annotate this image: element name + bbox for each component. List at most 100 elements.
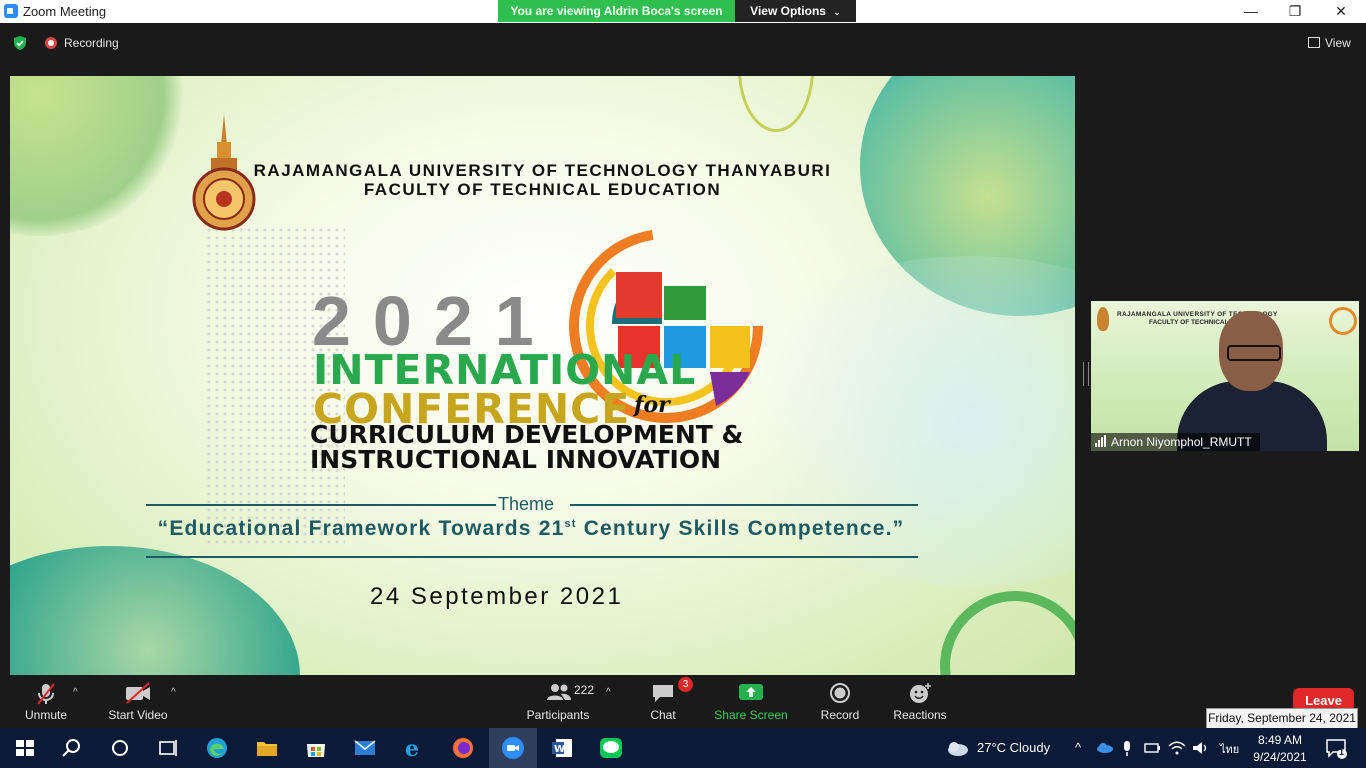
thumb-logo-icon: [1329, 307, 1357, 335]
unmute-label: Unmute: [24, 708, 68, 722]
record-label: Record: [820, 708, 860, 722]
theme-quote-superscript: st: [564, 518, 577, 530]
start-video-label: Start Video: [108, 708, 168, 722]
theme-quote-part1: “Educational Framework Towards 21: [157, 517, 565, 540]
title-bar: Zoom Meeting You are viewing Aldrin Boca…: [0, 0, 1366, 23]
zoom-app-icon: [4, 4, 18, 18]
theme-quote: “Educational Framework Towards 21st Cent…: [146, 517, 916, 541]
restore-button[interactable]: ❐: [1272, 0, 1318, 23]
conference-title-for: for: [634, 392, 670, 418]
tray-expand-caret[interactable]: ^: [1075, 740, 1081, 755]
smiley-icon: [910, 683, 931, 703]
participants-options-caret[interactable]: ^: [606, 687, 611, 698]
view-options-label: View Options: [750, 4, 826, 18]
windows-start-icon[interactable]: [13, 736, 37, 760]
battery-icon[interactable]: [1143, 736, 1161, 760]
video-off-icon: [126, 682, 150, 704]
file-explorer-icon[interactable]: [255, 736, 279, 760]
weather-cloud-icon[interactable]: [944, 736, 970, 760]
video-options-caret[interactable]: ^: [171, 687, 176, 698]
notification-count: 1: [1339, 747, 1345, 757]
chat-icon: [653, 685, 673, 702]
theme-label: Theme: [498, 494, 555, 514]
participant-video-tile[interactable]: RAJAMANGALA UNIVERSITY OF TECHNOLOGY FAC…: [1091, 301, 1359, 451]
shared-screen: RAJAMANGALA UNIVERSITY OF TECHNOLOGY THA…: [10, 76, 1075, 675]
taskbar-date[interactable]: 9/24/2021: [1251, 750, 1309, 764]
meeting-controls: Unmute ^ Start Video ^ 222 Participants …: [0, 675, 1366, 728]
theme-divider-bottom: [146, 556, 918, 558]
decor-blob: [10, 76, 190, 236]
participant-name: Arnon Niyomphol_RMUTT: [1111, 435, 1252, 449]
record-button[interactable]: Record: [814, 675, 866, 728]
recording-icon: [45, 37, 57, 49]
svg-text:e: e: [405, 736, 419, 760]
microphone-muted-icon: [37, 683, 55, 705]
record-icon: [830, 683, 850, 703]
decor-blob: [10, 546, 300, 675]
decor-ring: [940, 591, 1075, 675]
faculty-name: FACULTY OF TECHNICAL EDUCATION: [363, 180, 722, 199]
participants-count: 222: [574, 683, 595, 697]
theme-quote-part2: Century Skills Competence.”: [576, 517, 905, 540]
conference-date: 24 September 2021: [370, 583, 624, 610]
conference-title-instructional: INSTRUCTIONAL INNOVATION: [310, 445, 722, 474]
theme-divider-right: [570, 504, 918, 506]
thumb-emblem-icon: [1097, 307, 1109, 331]
zoom-taskbar-icon[interactable]: [501, 736, 525, 760]
participants-icon: [547, 684, 571, 700]
participants-label: Participants: [526, 708, 590, 722]
recording-label: Recording: [64, 36, 119, 50]
window-title: Zoom Meeting: [23, 4, 107, 19]
participants-button[interactable]: 222 Participants: [524, 675, 595, 728]
edge-browser-icon[interactable]: [205, 736, 229, 760]
firefox-icon[interactable]: [451, 736, 475, 760]
internet-explorer-icon[interactable]: e: [402, 736, 426, 760]
line-app-icon[interactable]: [599, 736, 623, 760]
chevron-down-icon: ⌄: [833, 7, 841, 17]
share-screen-icon: [739, 684, 763, 700]
input-language-label[interactable]: ไทย: [1220, 740, 1239, 758]
shield-icon[interactable]: [12, 35, 28, 51]
theme-divider-left: [146, 504, 496, 506]
chat-unread-badge: 3: [678, 677, 693, 692]
audio-options-caret[interactable]: ^: [73, 687, 78, 698]
unmute-button[interactable]: Unmute: [16, 675, 76, 728]
wifi-icon[interactable]: [1167, 736, 1187, 760]
chat-button[interactable]: 3 Chat: [638, 675, 693, 728]
mail-icon[interactable]: [353, 736, 377, 760]
cortana-icon[interactable]: [108, 736, 132, 760]
minimize-button[interactable]: —: [1228, 0, 1274, 23]
share-screen-label: Share Screen: [714, 708, 788, 722]
view-options-button[interactable]: View Options ⌄: [735, 0, 856, 22]
viewing-screen-banner: You are viewing Aldrin Boca's screen: [498, 0, 735, 22]
taskbar-time[interactable]: 8:49 AM: [1251, 733, 1309, 747]
participant-glasses: [1227, 345, 1281, 361]
reactions-button[interactable]: Reactions: [890, 675, 950, 728]
onedrive-icon[interactable]: [1095, 736, 1113, 760]
task-view-icon[interactable]: [156, 736, 180, 760]
grid-view-icon: [1308, 37, 1320, 48]
university-name: RAJAMANGALA UNIVERSITY OF TECHNOLOGY THA…: [253, 161, 832, 180]
search-icon[interactable]: [60, 736, 84, 760]
date-tooltip: Friday, September 24, 2021: [1206, 708, 1358, 729]
word-icon[interactable]: W: [550, 736, 574, 760]
decor-ring: [738, 76, 814, 132]
participant-name-label: Arnon Niyomphol_RMUTT: [1091, 433, 1260, 451]
close-button[interactable]: ✕: [1318, 0, 1364, 23]
panel-resize-handle[interactable]: [1083, 362, 1089, 386]
svg-text:W: W: [554, 744, 565, 755]
notification-center-icon[interactable]: [1324, 736, 1348, 760]
view-button[interactable]: View: [1308, 36, 1351, 50]
weather-label[interactable]: 27°C Cloudy: [977, 740, 1050, 755]
share-screen-button[interactable]: Share Screen: [712, 675, 790, 728]
microphone-icon[interactable]: [1119, 736, 1135, 760]
view-label: View: [1325, 36, 1351, 50]
start-video-button[interactable]: Start Video: [104, 675, 172, 728]
meeting-top-bar: Recording View: [0, 23, 1366, 63]
signal-bars-icon: [1095, 434, 1107, 451]
reactions-label: Reactions: [893, 708, 947, 722]
speaker-icon[interactable]: [1190, 736, 1210, 760]
chat-label: Chat: [650, 708, 676, 722]
windows-taskbar: e W 27°C Cloudy ^ ไทย 8:49 AM 9/24/2021 …: [0, 728, 1366, 768]
store-icon[interactable]: [304, 736, 328, 760]
